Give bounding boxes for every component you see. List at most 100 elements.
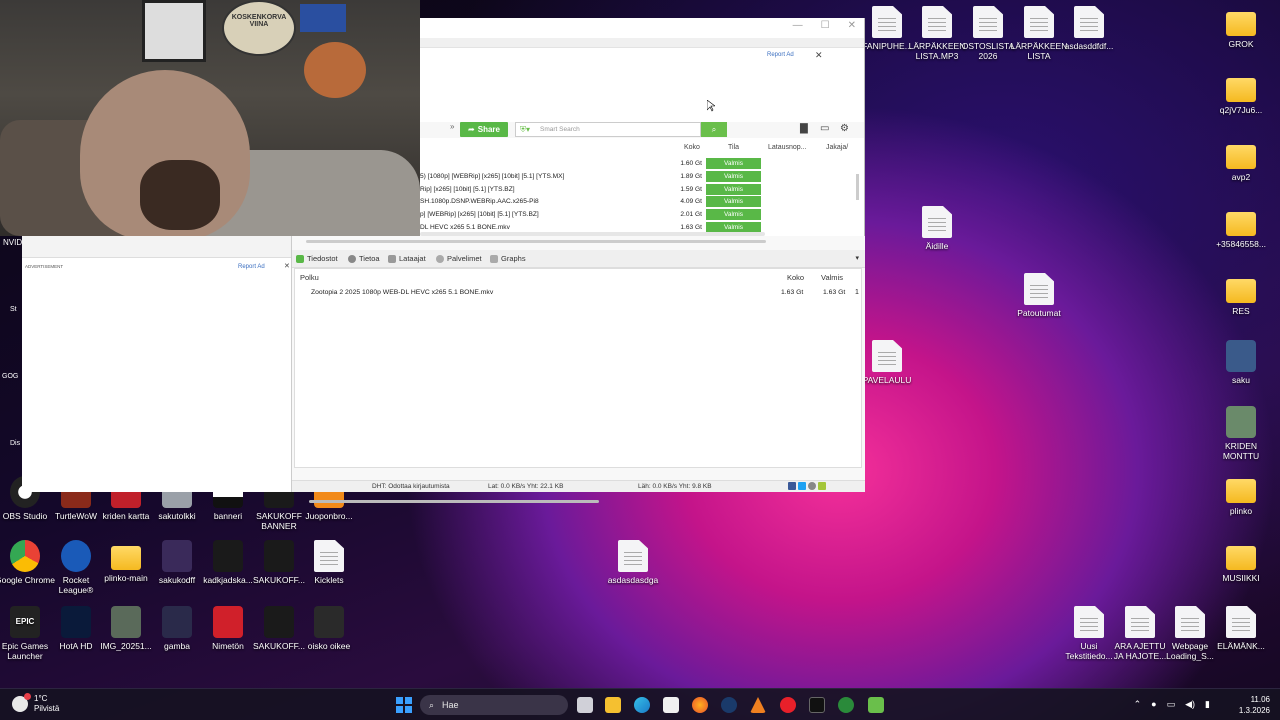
report-ad-link[interactable]: Report Ad (767, 52, 794, 58)
weather-widget[interactable]: 1°C Pilvistä (12, 693, 59, 714)
maximize-icon[interactable]: ☐ (821, 20, 830, 31)
firefox-icon[interactable] (692, 697, 708, 713)
dht-status[interactable]: DHT: Odottaa kirjautumista (372, 483, 450, 490)
image-icon (314, 606, 344, 638)
chat-icon[interactable]: ▇ (800, 123, 808, 134)
facebook-icon[interactable] (788, 482, 796, 490)
desktop-icon-avp2[interactable]: avp2 (1210, 139, 1272, 182)
volume-icon[interactable]: ◀) (1185, 699, 1195, 710)
double-chevron-icon[interactable]: » (450, 122, 454, 131)
microphone-icon[interactable]: ● (1151, 699, 1156, 710)
smart-search-input[interactable]: ⛨▾ Smart Search (515, 122, 701, 137)
twitter-icon[interactable] (798, 482, 806, 490)
ad-close-icon[interactable]: ✕ (815, 50, 823, 61)
windows-icon (396, 697, 403, 704)
start-button[interactable] (396, 697, 412, 713)
desktop-icon-res[interactable]: RES (1210, 273, 1272, 316)
monitor-icon[interactable]: ▭ (820, 123, 829, 134)
report-ad-link[interactable]: Report Ad (238, 264, 265, 270)
file-path: Zootopia 2 2025 1080p WEB-DL HEVC x265 5… (311, 289, 494, 296)
column-status[interactable]: Tila (728, 144, 739, 151)
battery-icon[interactable]: ▮ (1205, 699, 1210, 710)
search-button[interactable]: ⌕ (701, 122, 727, 137)
column-done[interactable]: Valmis (821, 273, 843, 282)
ad-label: ADVERTISEMENT (25, 264, 64, 269)
chatgpt-icon[interactable] (838, 697, 854, 713)
tab-files[interactable]: Tiedostot (296, 254, 338, 263)
steam-icon[interactable] (721, 697, 737, 713)
file-icon (1125, 606, 1155, 638)
opera-icon[interactable] (780, 697, 796, 713)
utorrent-icon[interactable] (868, 697, 884, 713)
taskbar-search[interactable]: ⌕ Hae (420, 695, 568, 715)
android-icon[interactable] (818, 482, 826, 490)
close-icon[interactable]: ✕ (848, 20, 856, 31)
desktop-icon-kicklets[interactable]: Kicklets (298, 540, 360, 585)
advertisement-pane: ADVERTISEMENT Report Ad ✕ (22, 236, 292, 492)
files-icon (296, 254, 304, 263)
temperature: 1°C (34, 694, 48, 703)
network-icon[interactable]: ▭ (1167, 699, 1176, 710)
desktop-icon-asdasdasdga[interactable]: asdasdasdga (602, 540, 664, 585)
chevron-up-icon[interactable]: ⌃ (1134, 699, 1142, 710)
desktop-icon-asdasddfdf[interactable]: asdasddfdf... (1058, 6, 1120, 51)
horizontal-scrollbar[interactable] (309, 500, 599, 503)
desktop-icon-q2jv7ju6[interactable]: q2jV7Ju6... (1210, 72, 1272, 115)
desktop-icon-phone-number[interactable]: +35846558... (1210, 206, 1272, 249)
terminal-icon[interactable] (809, 697, 825, 713)
chrome-icon (10, 540, 40, 572)
file-progress: 1 (855, 289, 859, 296)
tab-info[interactable]: Tietoa (348, 254, 380, 263)
torrent-row[interactable]: SH.1080p.DSNP.WEBRip.AAC.x265-Pi8 4.09 G… (420, 196, 860, 208)
desktop-icon-kriden-monttu[interactable]: KRIDEN MONTTU (1210, 406, 1272, 461)
desktop-icon-patoutumat[interactable]: Patoutumat (1008, 273, 1070, 318)
vertical-scrollbar[interactable] (856, 174, 859, 200)
users-icon (388, 254, 396, 263)
tab-peers[interactable]: Lataajat (388, 254, 426, 263)
task-view-icon[interactable] (577, 697, 593, 713)
file-size: 1.63 Gt (781, 289, 804, 296)
store-icon[interactable] (663, 697, 679, 713)
ad-close-icon[interactable]: ✕ (284, 262, 290, 270)
minimize-icon[interactable]: — (793, 20, 803, 31)
flag (300, 4, 346, 32)
column-download-speed[interactable]: Latausnop... (768, 144, 807, 151)
torrent-row[interactable]: p] [WEBRip] [x265] [10bit] [5.1] [YTS.BZ… (420, 209, 860, 221)
column-size[interactable]: Koko (787, 273, 804, 282)
torrent-row[interactable]: 5) [1080p] [WEBRip] [x265] [10bit] [5.1]… (420, 171, 860, 183)
cloud-icon (12, 693, 31, 712)
gear-icon[interactable]: ⚙ (840, 123, 849, 134)
clock[interactable]: 11.06 1.3.2026 (1239, 694, 1270, 716)
desktop-icon-aidille[interactable]: Äidille (906, 206, 968, 251)
vlc-icon[interactable] (750, 697, 766, 713)
image-icon (162, 606, 192, 638)
share-button[interactable]: ➦ Share (460, 122, 508, 137)
column-share[interactable]: Jakaja/ (826, 144, 848, 151)
column-path[interactable]: Polku (300, 273, 319, 282)
file-icon (872, 6, 902, 38)
upper-scrollbar[interactable] (306, 240, 766, 243)
column-size[interactable]: Koko (684, 144, 700, 151)
tab-trackers[interactable]: Palvelimet (436, 254, 482, 263)
torrent-row[interactable]: Rip] [x265] [10bit] [5.1] [YTS.BZ] 1.59 … (420, 184, 860, 196)
desktop-icon-musiikki[interactable]: MUSIIKKI (1210, 540, 1272, 583)
torrent-window-lower: ADVERTISEMENT Report Ad ✕ Tiedostot Tiet… (0, 236, 865, 503)
file-explorer-icon[interactable] (605, 697, 621, 713)
chevron-down-icon[interactable]: ▾ (855, 254, 859, 262)
desktop-icon-plinko[interactable]: plinko (1210, 473, 1272, 516)
status-badge: Valmis (706, 196, 761, 207)
decorative-plate (304, 42, 366, 98)
status-badge: Valmis (706, 158, 761, 169)
globe-icon[interactable] (808, 482, 816, 490)
desktop-icon-elamank[interactable]: ELÄMÄNK... (1210, 606, 1272, 651)
desktop-icon-oisko-oikee[interactable]: oisko oikee (298, 606, 360, 651)
folder-icon (1226, 279, 1256, 303)
menu-bar (420, 38, 864, 48)
tab-graphs[interactable]: Graphs (490, 254, 526, 263)
edge-icon[interactable] (634, 697, 650, 713)
desktop-icon-saku[interactable]: saku (1210, 340, 1272, 385)
file-icon (1074, 6, 1104, 38)
desktop-icon-grok[interactable]: GROK (1210, 6, 1272, 49)
torrent-row[interactable]: 1.60 Gt Valmis (420, 158, 860, 170)
desktop-icon-pavelaulu[interactable]: PAVELAULU (856, 340, 918, 385)
